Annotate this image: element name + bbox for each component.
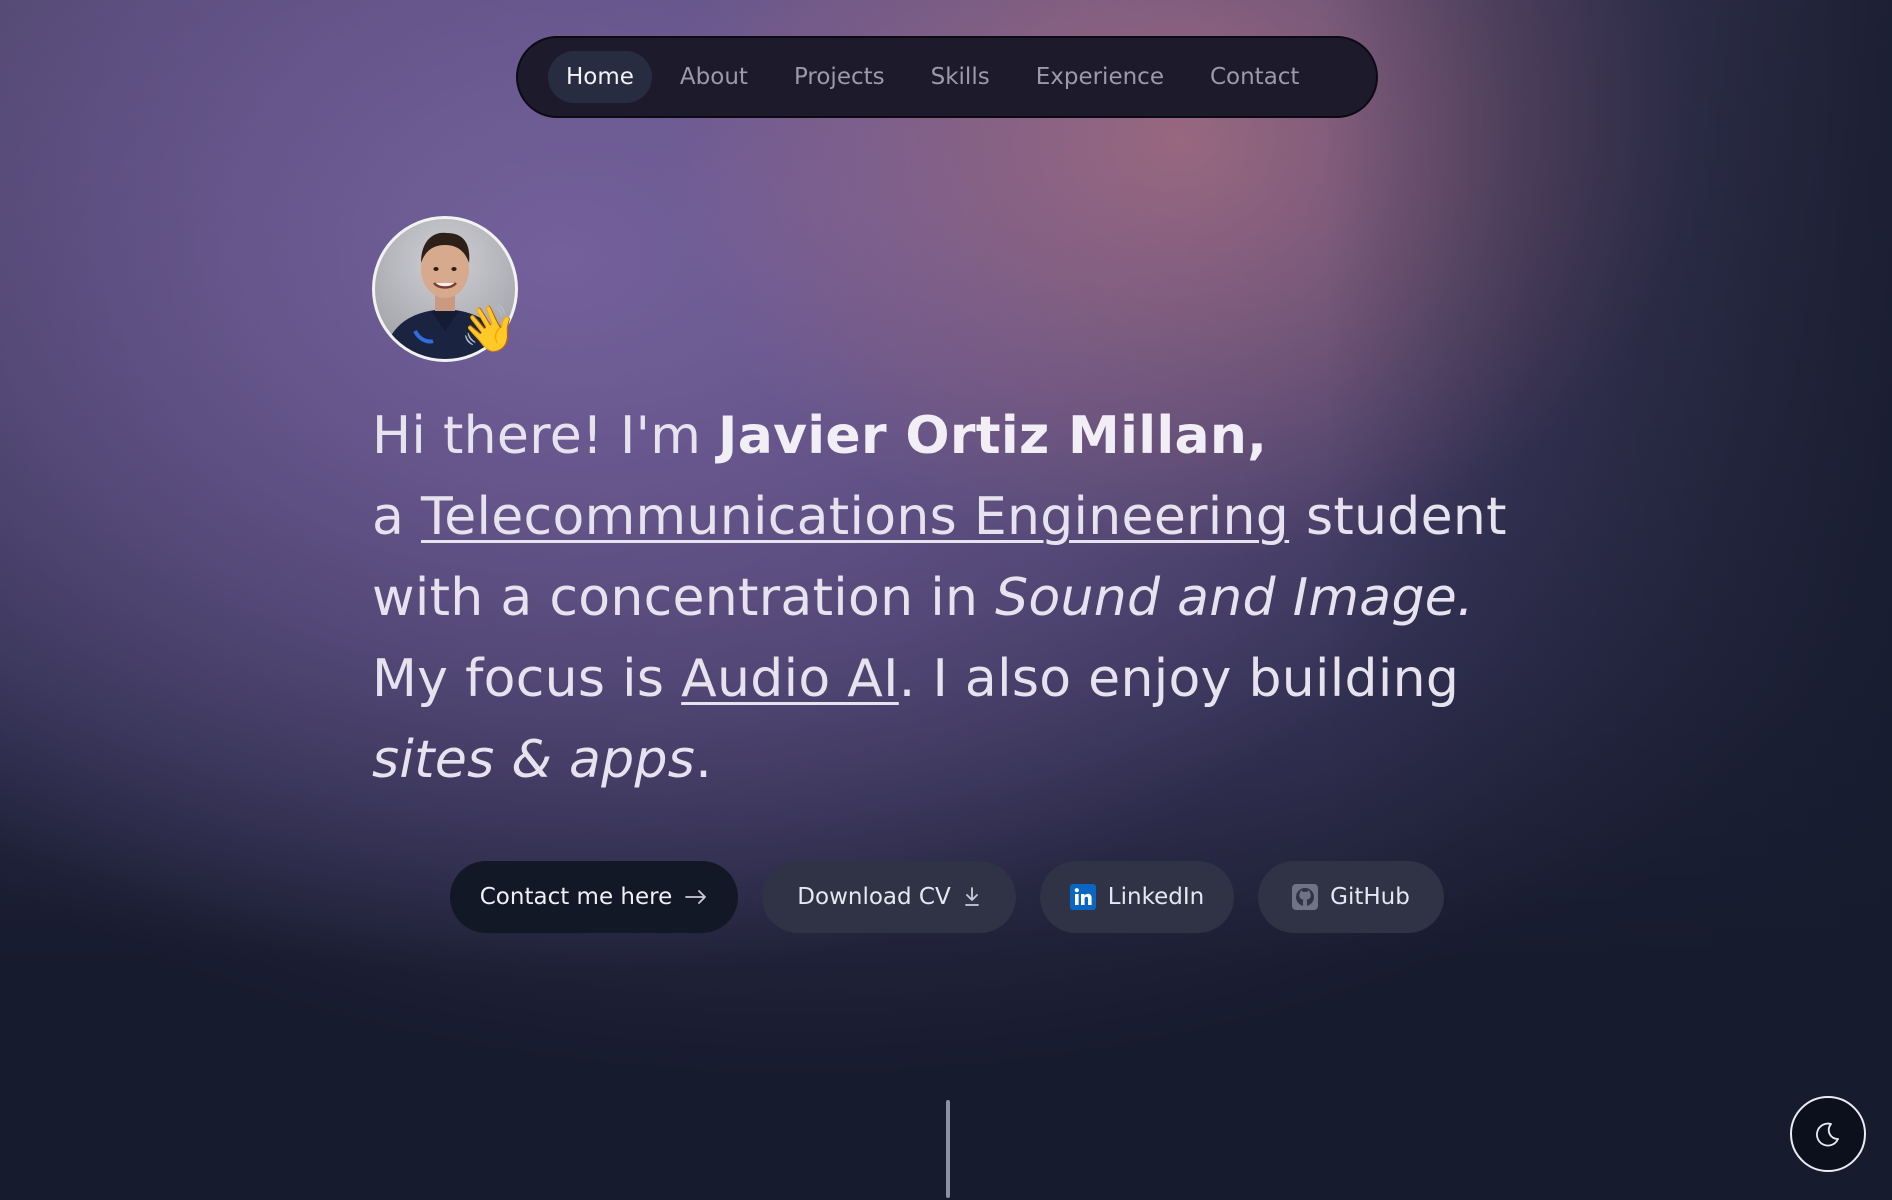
download-cv-label: Download CV bbox=[797, 884, 951, 910]
nav-item-contact[interactable]: Contact bbox=[1192, 51, 1317, 103]
moon-icon bbox=[1814, 1120, 1842, 1148]
hobby-text: sites & apps bbox=[372, 730, 696, 790]
arrow-right-icon bbox=[684, 889, 708, 905]
download-icon bbox=[963, 886, 981, 908]
headline-line3-prefix: with a concentration in bbox=[372, 568, 996, 628]
headline-line2-suffix: student bbox=[1289, 487, 1507, 547]
headline-line4-suffix: . I also enjoy building bbox=[898, 649, 1460, 709]
top-navigation: Home About Projects Skills Experience Co… bbox=[516, 36, 1378, 118]
theme-toggle-button[interactable] bbox=[1790, 1096, 1866, 1172]
headline-line2-prefix: a bbox=[372, 487, 421, 547]
linkedin-icon bbox=[1069, 884, 1096, 910]
waving-hand-icon: 👋 bbox=[460, 301, 518, 355]
degree-link[interactable]: Telecommunications Engineering bbox=[421, 487, 1289, 547]
nav-item-experience[interactable]: Experience bbox=[1018, 51, 1182, 103]
nav-item-skills[interactable]: Skills bbox=[913, 51, 1008, 103]
github-label: GitHub bbox=[1330, 884, 1410, 910]
nav-item-projects[interactable]: Projects bbox=[776, 51, 903, 103]
nav-item-about[interactable]: About bbox=[662, 51, 766, 103]
github-button[interactable]: GitHub bbox=[1258, 861, 1444, 933]
headline-line4-prefix: My focus is bbox=[372, 649, 682, 709]
headline-name: Javier Ortiz Millan, bbox=[718, 406, 1268, 466]
contact-me-button[interactable]: Contact me here bbox=[450, 861, 738, 933]
linkedin-button[interactable]: LinkedIn bbox=[1040, 861, 1234, 933]
github-icon bbox=[1292, 884, 1319, 910]
contact-me-label: Contact me here bbox=[479, 884, 673, 910]
linkedin-label: LinkedIn bbox=[1107, 884, 1205, 910]
concentration-text: Sound and Image. bbox=[995, 568, 1474, 628]
download-cv-button[interactable]: Download CV bbox=[762, 861, 1016, 933]
focus-link[interactable]: Audio AI bbox=[681, 649, 899, 709]
headline-greeting: Hi there! I'm bbox=[372, 406, 719, 466]
headline-end-period: . bbox=[695, 730, 713, 790]
scroll-indicator bbox=[946, 1100, 950, 1198]
nav-item-home[interactable]: Home bbox=[548, 51, 652, 103]
hero-headline: Hi there! I'm Javier Ortiz Millan, a Tel… bbox=[372, 396, 1532, 801]
